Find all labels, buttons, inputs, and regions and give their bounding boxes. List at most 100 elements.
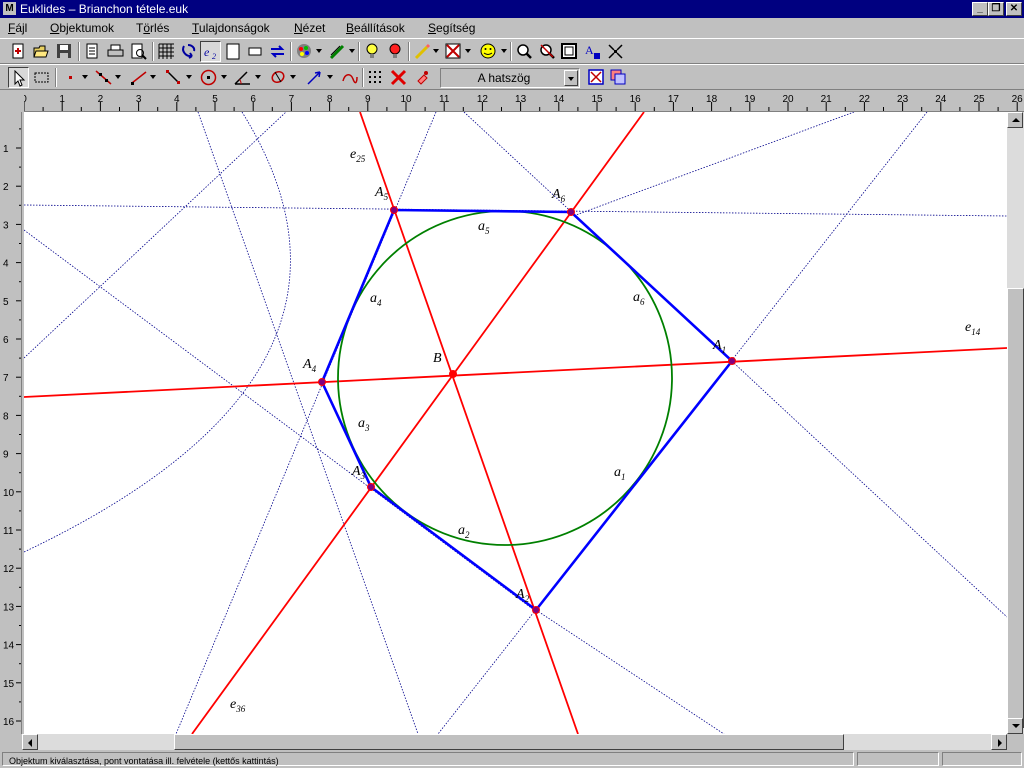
menu-torles[interactable]: Törlés <box>136 20 169 36</box>
point-a6 <box>567 208 575 216</box>
swap-arrows-icon[interactable] <box>267 41 288 62</box>
horizontal-scrollbar[interactable] <box>22 734 1007 750</box>
angle-tool-icon[interactable] <box>232 67 253 88</box>
toolbar-separator <box>510 42 512 61</box>
toolbar-separator <box>55 68 57 87</box>
ruler-label: 20 <box>782 94 794 105</box>
vertical-scrollbar[interactable] <box>1007 112 1024 734</box>
ruler-label: 7 <box>289 94 295 105</box>
point-tool-icon[interactable] <box>60 67 81 88</box>
chevron-down-icon[interactable] <box>115 71 121 83</box>
chevron-down-icon[interactable] <box>186 71 192 83</box>
ruler-label: 25 <box>973 94 985 105</box>
horizontal-scroll-thumb[interactable] <box>174 734 844 750</box>
save-disk-icon[interactable] <box>54 41 75 62</box>
ruler-label: 13 <box>3 602 15 613</box>
auxiliary-lines <box>24 112 1007 734</box>
open-folder-icon[interactable] <box>31 41 52 62</box>
smiley-icon[interactable] <box>478 41 499 62</box>
grid-icon[interactable] <box>156 41 177 62</box>
color-palette-icon[interactable] <box>294 41 315 62</box>
print-preview-icon[interactable] <box>128 41 149 62</box>
chevron-down-icon[interactable] <box>82 71 88 83</box>
auxiliary-line <box>197 112 419 734</box>
chevron-down-icon[interactable] <box>221 71 227 83</box>
ray-tool-icon[interactable] <box>128 67 149 88</box>
point-a5 <box>390 206 398 214</box>
scroll-left-button[interactable] <box>22 734 38 750</box>
chevron-down-icon[interactable] <box>290 71 296 83</box>
window-icon[interactable] <box>245 41 266 62</box>
chevron-down-icon[interactable] <box>564 70 578 86</box>
drawing-canvas[interactable]: A1 A2 A3 A4 A5 A6 Ba1 a2 a3 a4 a5 a6 e14 e25 e36 <box>24 112 1007 734</box>
transform-tool-icon[interactable] <box>268 67 289 88</box>
svg-text:e: e <box>204 45 210 59</box>
pencil-icon[interactable] <box>412 41 433 62</box>
redraw-icon[interactable] <box>178 41 199 62</box>
pen-width-icon[interactable] <box>327 41 348 62</box>
ruler-label: 12 <box>477 94 489 105</box>
line-tool-icon[interactable] <box>93 67 114 88</box>
hide-object-icon[interactable] <box>443 41 464 62</box>
horizontal-ruler[interactable]: 0123456789101112131415161718192021222324… <box>24 92 1024 112</box>
status-hint: Objektum kiválasztása, pont vontatása il… <box>9 756 279 766</box>
scroll-right-button[interactable] <box>991 734 1007 750</box>
zoom-icon[interactable] <box>514 41 535 62</box>
segment-tool-icon[interactable] <box>163 67 184 88</box>
scroll-up-button[interactable] <box>1007 112 1023 128</box>
label-e2-icon[interactable]: e2 <box>200 41 221 62</box>
restore-button[interactable]: ❐ <box>988 2 1004 16</box>
chevron-down-icon[interactable] <box>433 45 439 57</box>
run-macro-icon[interactable] <box>586 67 607 88</box>
toolbar-separator <box>152 42 154 61</box>
vertical-scroll-thumb[interactable] <box>1007 288 1024 728</box>
label-a5: a5 <box>478 219 490 236</box>
scroll-down-button[interactable] <box>1007 718 1023 734</box>
menu-beallitasok[interactable]: Beállítások <box>346 20 405 36</box>
app-icon[interactable]: M <box>3 2 16 15</box>
chevron-down-icon[interactable] <box>255 71 261 83</box>
ruler-label: 9 <box>3 450 9 461</box>
menu-bar: Fájl Objektumok Törlés Tulajdonságok Néz… <box>0 18 1024 38</box>
ruler-label: 6 <box>3 335 9 346</box>
menu-objektumok[interactable]: Objektumok <box>50 20 114 36</box>
chevron-down-icon[interactable] <box>150 71 156 83</box>
ruler-label: 15 <box>3 679 15 690</box>
minimize-button[interactable]: _ <box>972 2 988 16</box>
font-icon[interactable]: A <box>582 41 603 62</box>
vector-tool-icon[interactable] <box>304 67 325 88</box>
shrink-icon[interactable] <box>605 41 626 62</box>
menu-tulajdonsagok[interactable]: Tulajdonságok <box>192 20 270 36</box>
delete-x-icon[interactable] <box>388 67 409 88</box>
menu-fajl[interactable]: Fájl <box>8 20 27 36</box>
eraser-icon[interactable] <box>413 67 434 88</box>
lightbulb-icon[interactable] <box>362 41 383 62</box>
auxiliary-line <box>535 609 725 734</box>
zoom-out-icon[interactable] <box>537 41 558 62</box>
select-rectangle-icon[interactable] <box>31 67 52 88</box>
print-icon[interactable] <box>105 41 126 62</box>
chevron-down-icon[interactable] <box>501 45 507 57</box>
circle-tool-icon[interactable] <box>198 67 219 88</box>
chevron-down-icon[interactable] <box>465 45 471 57</box>
blank-page-icon[interactable] <box>223 41 244 62</box>
select-arrow-icon[interactable] <box>8 67 29 88</box>
chevron-down-icon[interactable] <box>316 45 322 57</box>
document-icon[interactable] <box>82 41 103 62</box>
chevron-down-icon[interactable] <box>349 45 355 57</box>
label-b: B <box>433 351 442 366</box>
chevron-down-icon[interactable] <box>327 71 333 83</box>
menu-segitseg[interactable]: Segítség <box>428 20 475 36</box>
grid-points-icon[interactable] <box>365 67 386 88</box>
frame-icon[interactable] <box>559 41 580 62</box>
toolbar-separator <box>408 42 410 61</box>
arc-tool-icon[interactable] <box>339 67 360 88</box>
red-lightbulb-icon[interactable] <box>385 41 406 62</box>
vertical-ruler[interactable]: 1 2 3 4 5 6 7 8 9 10 11 12 13 14 15 16 <box>0 112 22 734</box>
ruler-label: 22 <box>859 94 871 105</box>
new-file-icon[interactable] <box>8 41 29 62</box>
menu-nezet[interactable]: Nézet <box>294 20 325 36</box>
close-button[interactable]: ✕ <box>1006 2 1022 16</box>
construction-select[interactable]: A hatszög <box>440 68 580 88</box>
copy-macro-icon[interactable] <box>608 67 629 88</box>
